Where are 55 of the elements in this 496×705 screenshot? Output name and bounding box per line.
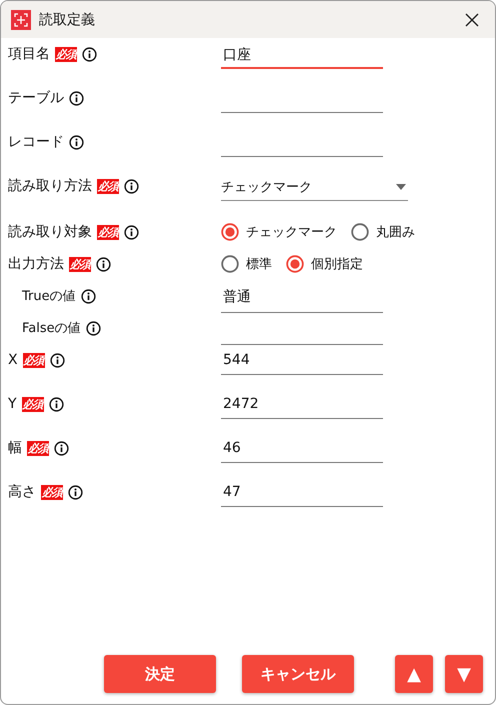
- field-label: 幅: [8, 439, 22, 457]
- info-icon[interactable]: [86, 320, 101, 336]
- info-icon[interactable]: [96, 256, 111, 272]
- info-icon[interactable]: [54, 440, 69, 456]
- radio-option[interactable]: 個別指定: [286, 255, 363, 273]
- dropdown[interactable]: チェックマーク: [221, 174, 408, 201]
- required-badge: 必須: [97, 178, 119, 194]
- required-badge: 必須: [55, 46, 77, 62]
- field-label: Falseの値: [22, 320, 81, 337]
- action-button[interactable]: キャンセル: [242, 655, 354, 693]
- text-field[interactable]: 2472: [221, 392, 383, 419]
- required-badge: 必須: [41, 484, 63, 500]
- info-icon[interactable]: [68, 484, 83, 500]
- field-label: Y: [8, 396, 17, 412]
- arrow-button[interactable]: ▲: [395, 655, 433, 693]
- field-label: 項目名: [8, 45, 50, 63]
- radio-icon[interactable]: [286, 255, 304, 273]
- radio-icon[interactable]: [351, 223, 369, 241]
- text-field[interactable]: 46: [221, 436, 383, 463]
- info-icon[interactable]: [50, 352, 65, 368]
- text-field[interactable]: 544: [221, 348, 383, 375]
- required-badge: 必須: [22, 352, 45, 368]
- info-icon[interactable]: [69, 90, 84, 106]
- radio-icon[interactable]: [221, 255, 239, 273]
- field-label: X: [8, 352, 18, 368]
- text-field[interactable]: 口座: [221, 42, 383, 69]
- arrow-button[interactable]: ▼: [445, 655, 483, 693]
- text-field[interactable]: 普通: [221, 284, 383, 313]
- info-icon[interactable]: [69, 134, 84, 150]
- radio-option[interactable]: 丸囲み: [351, 223, 415, 241]
- info-icon[interactable]: [124, 178, 139, 194]
- field-label: 高さ: [8, 483, 36, 501]
- required-badge: 必須: [97, 224, 119, 240]
- app-logo-icon: [11, 10, 31, 30]
- info-icon[interactable]: [48, 396, 64, 412]
- text-field[interactable]: 47: [221, 480, 383, 507]
- window-title: 読取定義: [39, 10, 96, 28]
- action-button[interactable]: 決定: [104, 655, 216, 693]
- required-badge: 必須: [27, 440, 49, 456]
- field-label: 出力方法: [8, 255, 64, 273]
- info-icon[interactable]: [124, 224, 139, 240]
- radio-option[interactable]: チェックマーク: [221, 223, 337, 241]
- field-label: 読み取り方法: [8, 177, 92, 195]
- field-label: Trueの値: [22, 288, 76, 305]
- info-icon[interactable]: [82, 46, 97, 62]
- required-badge: 必須: [69, 256, 91, 272]
- field-label: 読み取り対象: [8, 223, 92, 241]
- caret-icon: [396, 184, 406, 190]
- info-icon[interactable]: [80, 288, 96, 304]
- close-icon[interactable]: [465, 12, 479, 26]
- radio-icon[interactable]: [221, 223, 239, 241]
- required-badge: 必須: [22, 396, 44, 412]
- field-label: テーブル: [8, 89, 64, 107]
- field-label: レコード: [8, 133, 64, 151]
- radio-option[interactable]: 標準: [221, 255, 272, 273]
